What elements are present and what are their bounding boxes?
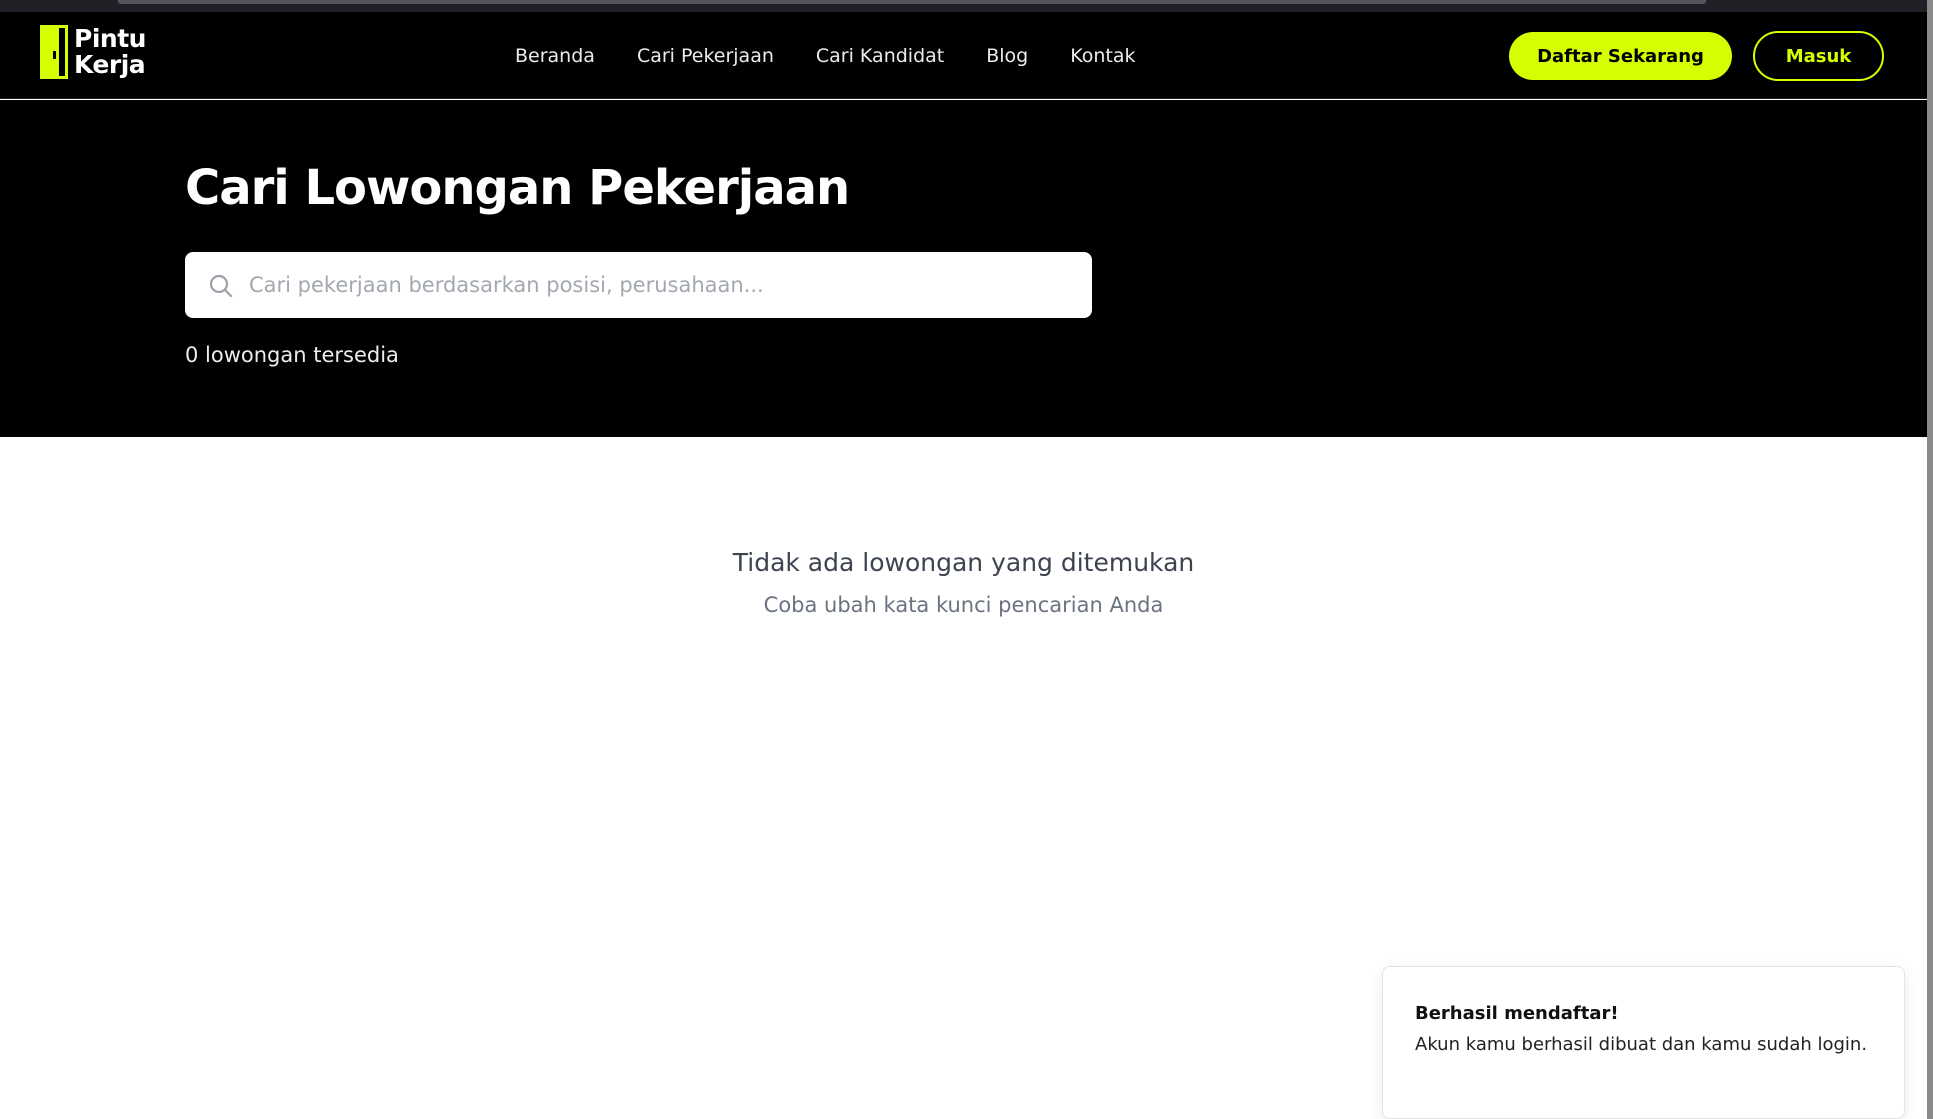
logo-wordmark: Pintu Kerja (74, 26, 146, 78)
browser-top-strip (0, 0, 1927, 12)
nav-item-cari-pekerjaan[interactable]: Cari Pekerjaan (637, 42, 774, 70)
nav-item-beranda[interactable]: Beranda (515, 42, 595, 70)
toast-title: Berhasil mendaftar! (1415, 1003, 1619, 1024)
logo[interactable]: Pintu Kerja (40, 22, 160, 82)
door-logo-icon (40, 25, 68, 79)
empty-state-subtitle: Coba ubah kata kunci pencarian Anda (763, 593, 1164, 617)
page-title: Cari Lowongan Pekerjaan (185, 160, 850, 216)
job-count-text: 0 lowongan tersedia (185, 343, 399, 367)
search-icon (208, 273, 234, 299)
navbar: Pintu Kerja Beranda Cari Pekerjaan Cari … (0, 12, 1927, 99)
search-box[interactable] (185, 252, 1092, 318)
login-button[interactable]: Masuk (1753, 31, 1884, 81)
nav-item-kontak[interactable]: Kontak (1070, 42, 1135, 70)
empty-state: Tidak ada lowongan yang ditemukan Coba u… (0, 545, 1927, 621)
nav-item-blog[interactable]: Blog (986, 42, 1028, 70)
nav-item-cari-kandidat[interactable]: Cari Kandidat (816, 42, 944, 70)
app-viewport: Pintu Kerja Beranda Cari Pekerjaan Cari … (0, 0, 1927, 1119)
search-input[interactable] (249, 264, 1069, 306)
main-nav: Beranda Cari Pekerjaan Cari Kandidat Blo… (515, 42, 1178, 70)
toast-message: Akun kamu berhasil dibuat dan kamu sudah… (1415, 1034, 1868, 1055)
hero-section: Cari Lowongan Pekerjaan 0 lowongan terse… (0, 100, 1927, 437)
success-toast: Berhasil mendaftar! Akun kamu berhasil d… (1382, 966, 1905, 1119)
logo-text-line1: Pintu (74, 24, 146, 53)
browser-top-indicator (118, 0, 1706, 4)
register-button[interactable]: Daftar Sekarang (1509, 32, 1732, 80)
window-scrollbar[interactable] (1927, 0, 1933, 1119)
logo-text-line2: Kerja (74, 50, 146, 79)
empty-state-title: Tidak ada lowongan yang ditemukan (732, 548, 1195, 577)
